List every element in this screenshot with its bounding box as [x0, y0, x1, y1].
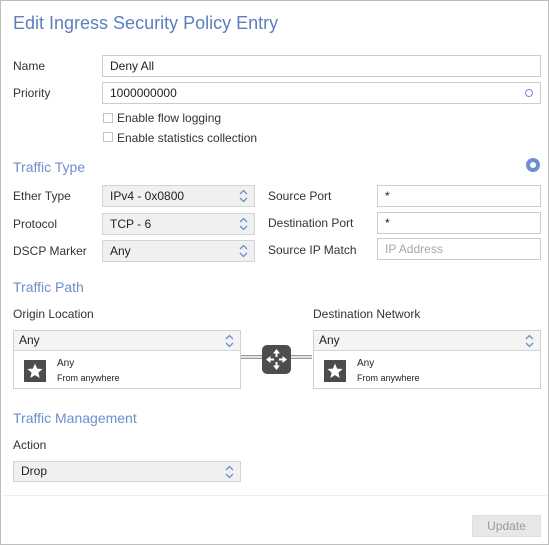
origin-location-label: Origin Location [13, 307, 94, 321]
chevron-updown-icon [239, 244, 248, 258]
action-select[interactable]: Drop [13, 461, 241, 482]
destination-network-box: Any Any From anywhere [313, 330, 541, 389]
update-button[interactable]: Update [472, 515, 541, 537]
destination-port-input[interactable]: * [377, 212, 541, 234]
path-connector-left [241, 355, 262, 359]
dscp-select[interactable]: Any [102, 240, 255, 262]
dialog-footer [2, 495, 547, 543]
origin-location-select[interactable]: Any [14, 331, 240, 351]
destination-card-name: Any [357, 358, 375, 369]
chevron-updown-icon [225, 334, 234, 348]
flow-logging-label[interactable]: Enable flow logging [117, 111, 221, 125]
edit-policy-dialog: Edit Ingress Security Policy Entry Name … [0, 0, 549, 545]
star-icon [24, 360, 46, 382]
traffic-management-heading: Traffic Management [13, 410, 137, 426]
dialog-title: Edit Ingress Security Policy Entry [13, 13, 279, 33]
destination-network-select[interactable]: Any [314, 331, 540, 351]
router-icon [262, 345, 291, 374]
origin-location-box: Any Any From anywhere [13, 330, 241, 389]
origin-card-name: Any [57, 358, 75, 369]
name-input-value: Deny All [110, 59, 155, 73]
ether-type-label: Ether Type [13, 189, 71, 203]
action-value: Drop [21, 464, 48, 478]
name-input[interactable]: Deny All [102, 55, 541, 77]
destination-network-value: Any [319, 333, 340, 347]
priority-input[interactable]: 1000000000 [102, 82, 541, 104]
origin-card-subtitle: From anywhere [57, 373, 120, 383]
protocol-select[interactable]: TCP - 6 [102, 213, 255, 235]
ether-type-value: IPv4 - 0x0800 [110, 189, 185, 203]
traffic-path-heading: Traffic Path [13, 279, 84, 295]
gear-icon[interactable] [526, 158, 540, 172]
source-port-value: * [385, 189, 390, 203]
flow-logging-checkbox[interactable] [103, 113, 113, 123]
source-ip-label: Source IP Match [268, 243, 357, 257]
name-label: Name [13, 59, 46, 73]
destination-port-value: * [385, 216, 390, 230]
priority-input-value: 1000000000 [110, 86, 177, 100]
path-connector-right [291, 355, 312, 359]
action-label: Action [13, 438, 47, 452]
dscp-label: DSCP Marker [13, 244, 87, 258]
priority-ring-icon[interactable] [525, 89, 533, 97]
chevron-updown-icon [239, 189, 248, 203]
statistics-checkbox[interactable] [103, 132, 113, 142]
destination-network-label: Destination Network [313, 307, 421, 321]
source-port-label: Source Port [268, 189, 332, 203]
dscp-value: Any [110, 244, 131, 258]
ether-type-select[interactable]: IPv4 - 0x0800 [102, 185, 255, 207]
protocol-value: TCP - 6 [110, 217, 152, 231]
source-ip-input[interactable]: IP Address [377, 238, 541, 260]
chevron-updown-icon [525, 334, 534, 348]
source-ip-placeholder: IP Address [385, 242, 443, 256]
destination-card-subtitle: From anywhere [357, 373, 420, 383]
priority-label: Priority [13, 86, 51, 100]
chevron-updown-icon [239, 217, 248, 231]
destination-port-label: Destination Port [268, 216, 354, 230]
star-icon [324, 360, 346, 382]
traffic-type-heading: Traffic Type [13, 159, 86, 175]
origin-location-value: Any [19, 333, 40, 347]
protocol-label: Protocol [13, 217, 58, 231]
statistics-label[interactable]: Enable statistics collection [117, 131, 257, 145]
chevron-updown-icon [225, 465, 234, 479]
source-port-input[interactable]: * [377, 185, 541, 207]
